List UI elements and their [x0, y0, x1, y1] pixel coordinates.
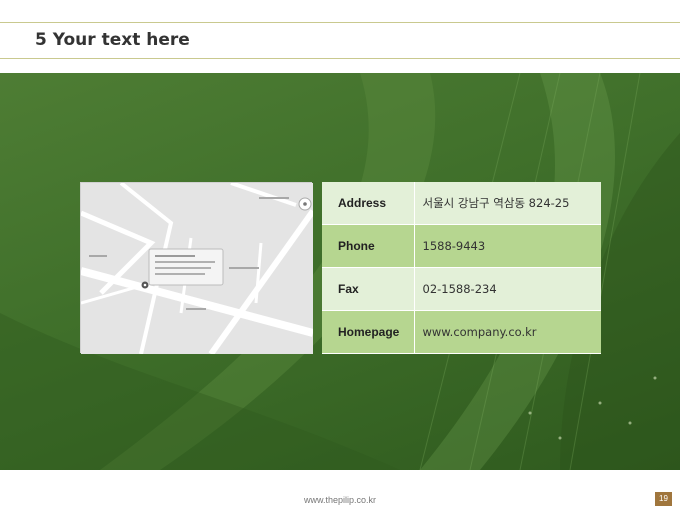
table-row: Phone 1588-9443 — [322, 224, 601, 268]
address-label: Address — [322, 182, 415, 226]
page-number-badge: 19 — [655, 492, 672, 506]
slide-title: 5 Your text here — [35, 30, 190, 50]
homepage-link[interactable]: www.company.co.kr — [414, 310, 601, 354]
fax-label: Fax — [322, 267, 415, 311]
location-map[interactable] — [80, 182, 313, 354]
contact-info-table: Address 서울시 강남구 역삼동 824-25 Phone 1588-94… — [322, 182, 601, 354]
table-row: Homepage www.company.co.kr — [322, 310, 601, 354]
table-row: Address 서울시 강남구 역삼동 824-25 — [322, 182, 601, 226]
address-value: 서울시 강남구 역삼동 824-25 — [414, 182, 601, 226]
table-row: Fax 02-1588-234 — [322, 267, 601, 311]
location-pin-icon — [141, 281, 149, 289]
fax-value: 02-1588-234 — [414, 267, 601, 311]
slide-header: 5 Your text here — [0, 22, 680, 59]
compass-icon — [298, 197, 312, 211]
phone-value: 1588-9443 — [414, 224, 601, 268]
footer-url[interactable]: www.thepilip.co.kr — [0, 495, 680, 505]
phone-label: Phone — [322, 224, 415, 268]
homepage-label: Homepage — [322, 310, 415, 354]
